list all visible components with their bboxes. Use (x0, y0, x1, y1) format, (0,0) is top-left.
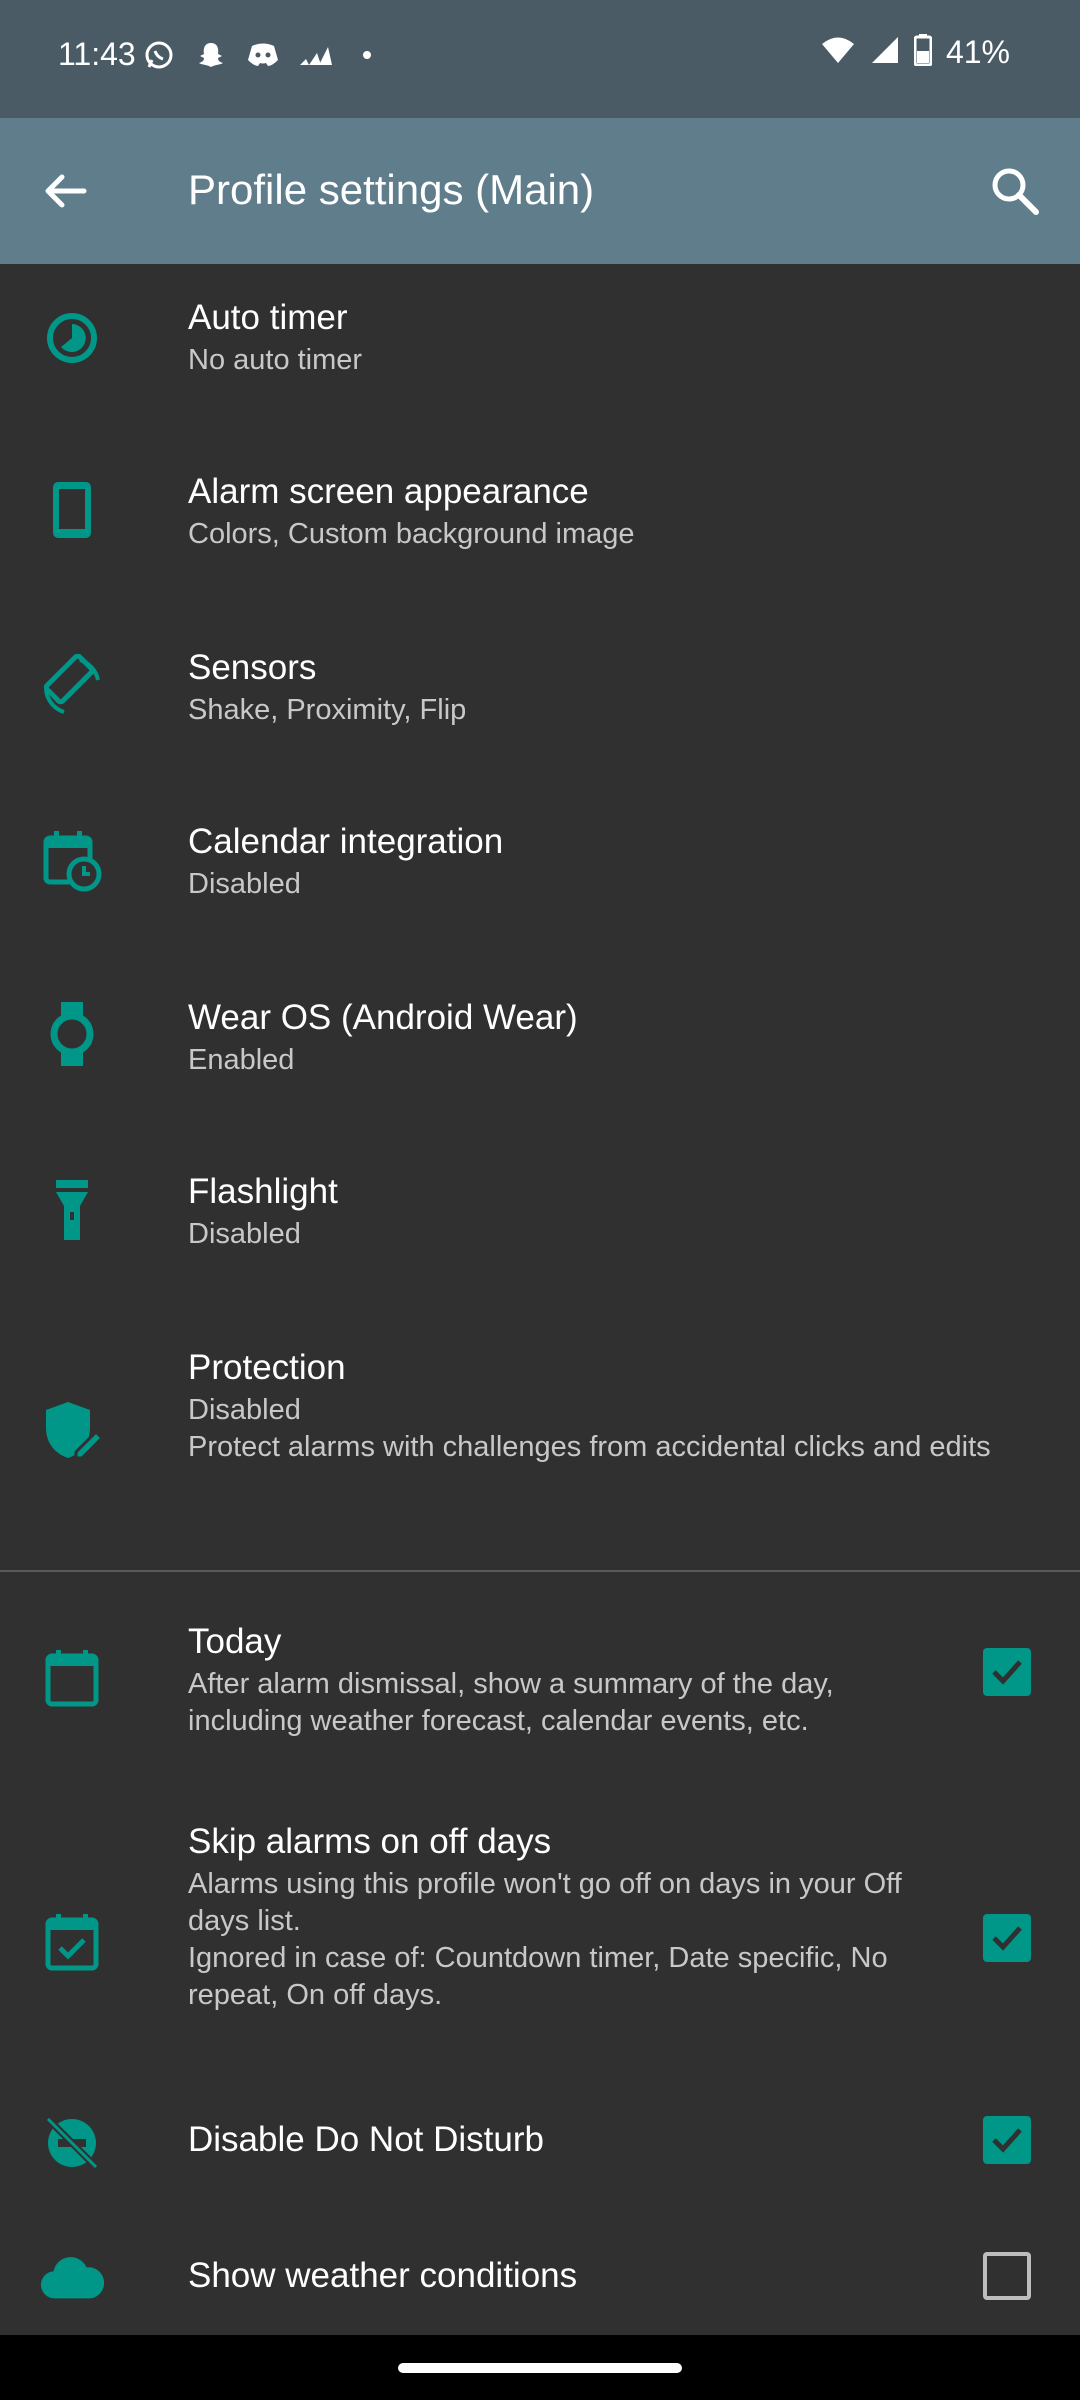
auto-timer-icon (40, 306, 104, 370)
battery-percent: 41% (945, 34, 1010, 70)
today-checkbox[interactable] (983, 1648, 1031, 1696)
check-icon (992, 1660, 1022, 1685)
setting-flashlight[interactable]: Flashlight Disabled (0, 1138, 1080, 1314)
setting-protection[interactable]: Protection Disabled Protect alarms with … (0, 1314, 1080, 1568)
cloud-icon (40, 2246, 104, 2310)
do-not-disturb-off-icon (40, 2111, 104, 2175)
phone-icon (40, 478, 104, 542)
back-button[interactable] (40, 166, 90, 216)
setting-subtitle: Alarms using this profile won't go off o… (188, 1868, 902, 1937)
setting-auto-timer[interactable]: Auto timer No auto timer (0, 264, 1080, 438)
app-bar: Profile settings (Main) (0, 118, 1080, 264)
setting-title: Show weather conditions (188, 2256, 578, 2295)
setting-detail: Ignored in case of: Countdown timer, Dat… (188, 1942, 888, 2011)
setting-show-weather[interactable]: Show weather conditions (0, 2210, 1080, 2336)
setting-subtitle: After alarm dismissal, show a summary of… (188, 1668, 834, 1737)
adidas-icon (298, 38, 332, 72)
setting-title: Protection (188, 1348, 346, 1387)
home-gesture-handle[interactable] (398, 2363, 682, 2373)
setting-subtitle: Colors, Custom background image (188, 518, 635, 550)
shield-edit-icon (40, 1398, 104, 1462)
disable-dnd-checkbox[interactable] (983, 2116, 1031, 2164)
setting-wear-os[interactable]: Wear OS (Android Wear) Enabled (0, 964, 1080, 1138)
page-title: Profile settings (Main) (188, 166, 595, 213)
signal-icon (870, 35, 900, 70)
search-button[interactable] (988, 164, 1042, 218)
show-weather-checkbox[interactable] (983, 2252, 1031, 2300)
setting-today[interactable]: Today After alarm dismissal, show a summ… (0, 1572, 1080, 1800)
screen-rotation-icon (40, 654, 104, 718)
setting-subtitle: Shake, Proximity, Flip (188, 694, 467, 726)
status-bar: 11:43 41% (0, 0, 1080, 118)
setting-detail: Protect alarms with challenges from acci… (188, 1431, 991, 1463)
check-icon (992, 2128, 1022, 2153)
calendar-clock-icon (40, 828, 104, 892)
flashlight-icon (40, 1178, 104, 1242)
setting-skip-alarms-off-days[interactable]: Skip alarms on off days Alarms using thi… (0, 1800, 1080, 2076)
setting-subtitle: Disabled (188, 1394, 301, 1426)
setting-sensors[interactable]: Sensors Shake, Proximity, Flip (0, 614, 1080, 788)
setting-disable-dnd[interactable]: Disable Do Not Disturb (0, 2076, 1080, 2210)
watch-icon (40, 1002, 104, 1066)
setting-title: Today (188, 1622, 282, 1661)
setting-title: Flashlight (188, 1172, 338, 1211)
skip-alarms-checkbox[interactable] (983, 1914, 1031, 1962)
battery-icon (913, 34, 933, 71)
calendar-check-icon (40, 1910, 104, 1974)
snapchat-icon (194, 38, 228, 72)
setting-calendar-integration[interactable]: Calendar integration Disabled (0, 788, 1080, 964)
wifi-icon (820, 35, 856, 70)
search-icon (992, 168, 1039, 215)
setting-subtitle: No auto timer (188, 344, 363, 376)
setting-title: Skip alarms on off days (188, 1822, 552, 1861)
setting-title: Wear OS (Android Wear) (188, 998, 578, 1037)
check-icon (992, 1926, 1022, 1951)
calendar-today-icon (40, 1646, 104, 1710)
discord-icon (246, 38, 280, 72)
navigation-bar (0, 2335, 1080, 2400)
status-time: 11:43 (58, 36, 136, 72)
dot-icon (350, 38, 384, 72)
setting-subtitle: Enabled (188, 1044, 295, 1076)
setting-subtitle: Disabled (188, 868, 301, 900)
arrow-back-icon (45, 174, 87, 208)
setting-alarm-screen-appearance[interactable]: Alarm screen appearance Colors, Custom b… (0, 438, 1080, 614)
whatsapp-icon (142, 38, 176, 72)
setting-subtitle: Disabled (188, 1218, 301, 1250)
setting-title: Disable Do Not Disturb (188, 2120, 544, 2159)
notification-icons (142, 38, 384, 72)
setting-title: Sensors (188, 648, 317, 687)
setting-title: Auto timer (188, 298, 348, 337)
setting-title: Calendar integration (188, 822, 504, 861)
setting-title: Alarm screen appearance (188, 472, 589, 511)
